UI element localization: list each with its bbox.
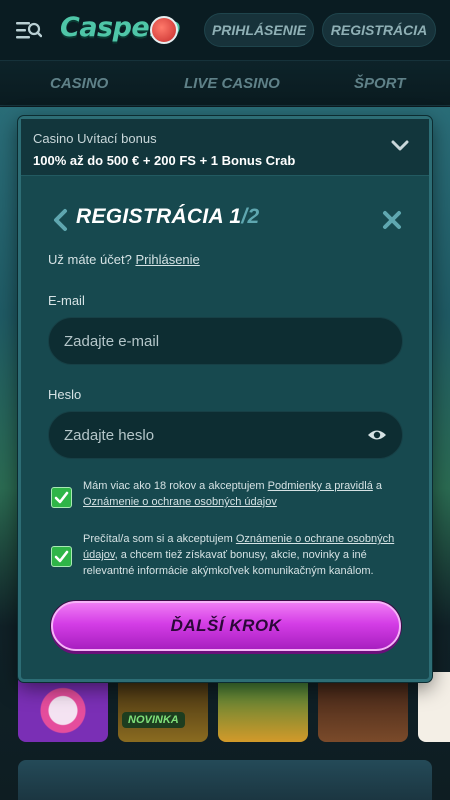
bonus-title: Casino Uvítací bonus [33, 131, 157, 146]
registration-modal: Casino Uvítací bonus 100% až do 500 € + … [18, 116, 432, 682]
password-input[interactable] [64, 426, 354, 444]
marketing-text-a: Prečítal/a som si a akceptujem [83, 533, 236, 545]
chevron-down-icon[interactable] [391, 139, 409, 153]
game-thumbnail[interactable] [18, 672, 108, 742]
game-thumbnails: NOVINKA [18, 672, 450, 742]
back-arrow-icon[interactable] [51, 208, 69, 232]
nav-item-sport[interactable]: ŠPORT [354, 61, 405, 107]
welcome-bonus-bar[interactable]: Casino Uvítací bonus 100% až do 500 € + … [21, 119, 429, 176]
game-thumbnail[interactable] [218, 672, 308, 742]
checkmark-icon [54, 550, 69, 563]
terms-text-a: Mám viac ako 18 rokov a akceptujem [83, 480, 268, 492]
registration-title-text: REGISTRÁCIA [76, 205, 224, 228]
login-button[interactable]: PRIHLÁSENIE [204, 13, 314, 47]
close-icon[interactable] [381, 209, 403, 231]
nav-item-live-casino[interactable]: LIVE CASINO [184, 61, 280, 107]
promo-banner[interactable] [18, 760, 432, 800]
password-label: Heslo [48, 387, 82, 402]
registration-title: REGISTRÁCIA 1/2 [76, 205, 259, 229]
main-nav: CASINO LIVE CASINO ŠPORT [0, 60, 450, 106]
eye-icon[interactable] [367, 427, 387, 443]
account-question: Už máte účet? [48, 252, 132, 267]
next-step-button[interactable]: ĎALŠÍ KROK [51, 601, 401, 651]
menu-search-icon[interactable] [16, 20, 42, 42]
step-current: 1 [229, 205, 242, 228]
password-field[interactable] [48, 411, 403, 459]
bonus-text: 100% až do 500 € + 200 FS + 1 Bonus Crab [33, 153, 296, 168]
marketing-consent-text: Prečítal/a som si a akceptujem Oznámenie… [83, 531, 405, 579]
existing-account-line: Už máte účet? Prihlásenie [48, 252, 200, 267]
nav-item-casino[interactable]: CASINO [50, 61, 108, 107]
terms-consent-text: Mám viac ako 18 rokov a akceptujem Podmi… [83, 478, 405, 510]
login-link[interactable]: Prihlásenie [135, 252, 199, 267]
terms-checkbox[interactable] [51, 487, 72, 508]
game-thumbnail[interactable] [418, 672, 450, 742]
email-field[interactable] [48, 317, 403, 365]
game-thumbnail[interactable] [318, 672, 408, 742]
privacy-link[interactable]: Oznámenie o ochrane osobných údajov [83, 496, 277, 508]
terms-link[interactable]: Podmienky a pravidlá [268, 480, 373, 492]
checkmark-icon [54, 491, 69, 504]
header: Caspero PRIHLÁSENIE REGISTRÁCIA [0, 0, 450, 60]
email-input[interactable] [64, 332, 354, 350]
marketing-checkbox[interactable] [51, 546, 72, 567]
logo-badge-icon [150, 16, 178, 44]
terms-text-b: a [372, 480, 382, 492]
new-badge: NOVINKA [122, 712, 185, 728]
game-thumbnail[interactable]: NOVINKA [118, 672, 208, 742]
email-label: E-mail [48, 293, 85, 308]
step-total: /2 [241, 205, 260, 228]
marketing-text-b: , a chcem tiež získavať bonusy, akcie, n… [83, 549, 374, 577]
register-button[interactable]: REGISTRÁCIA [322, 13, 436, 47]
